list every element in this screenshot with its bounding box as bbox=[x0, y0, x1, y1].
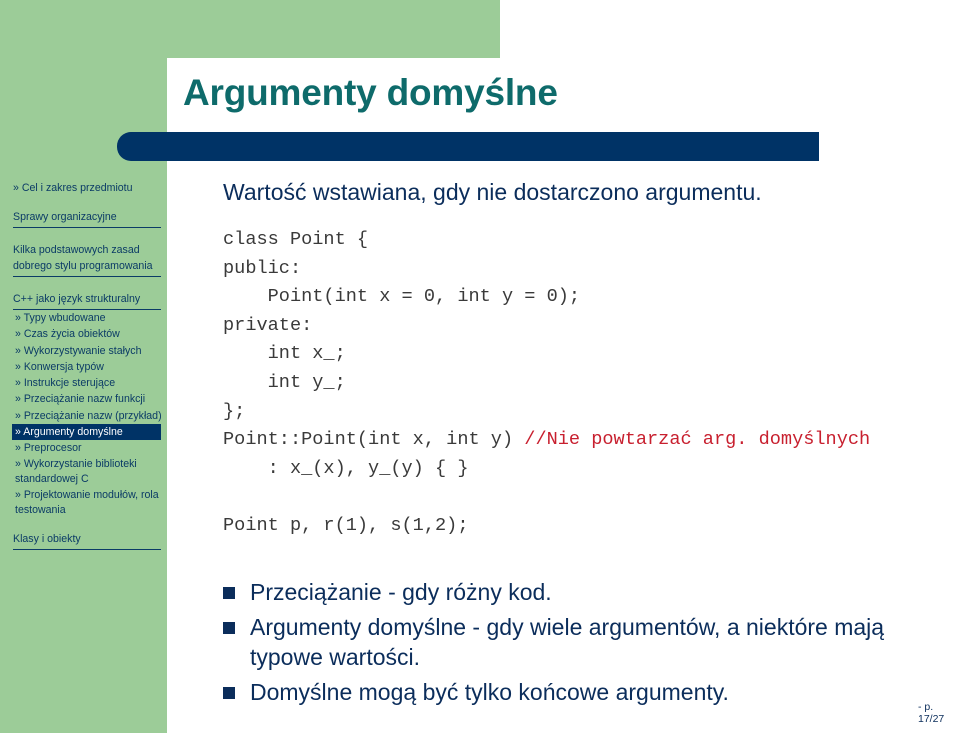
sidebar-section-label: Klasy i obiekty bbox=[13, 532, 81, 545]
sidebar-section-sprawy[interactable]: Sprawy organizacyjne bbox=[13, 209, 161, 228]
code-block: class Point { public: Point(int x = 0, i… bbox=[223, 226, 953, 541]
sidebar-item-przeciazanie-przyklad[interactable]: » Przeciążanie nazw (przykład) bbox=[13, 408, 162, 424]
code-line: }; bbox=[223, 400, 246, 422]
bullet-text: Domyślne mogą być tylko końcowe argument… bbox=[250, 679, 729, 705]
square-bullet-icon bbox=[223, 587, 235, 599]
code-line: class Point { bbox=[223, 229, 369, 250]
sidebar-section-label: Kilka podstawowych zasad dobrego stylu p… bbox=[13, 244, 153, 272]
sidebar-item-biblioteka-c[interactable]: » Wykorzystanie biblioteki standardowej … bbox=[13, 457, 161, 488]
code-line: private: bbox=[223, 314, 313, 336]
code-usage: Point p, r(1), s(1,2); bbox=[223, 514, 469, 536]
bullet-item: Domyślne mogą być tylko końcowe argument… bbox=[223, 677, 923, 707]
sidebar-section-klasy[interactable]: Klasy i obiekty bbox=[13, 531, 161, 550]
page-number: - p. 17/27 bbox=[918, 701, 945, 725]
sidebar-subitems: » Typy wbudowane » Czas życia obiektów »… bbox=[12, 310, 162, 519]
code-line: int x_; bbox=[223, 343, 346, 365]
code-comment: //Nie powtarzać arg. domyślnych bbox=[524, 429, 871, 451]
sidebar-item-czas-zycia[interactable]: » Czas życia obiektów bbox=[13, 326, 161, 342]
code-impl: Point::Point(int x, int y) bbox=[223, 429, 525, 451]
sidebar-item-konwersja[interactable]: » Konwersja typów bbox=[13, 359, 161, 375]
code-line: int y_; bbox=[223, 371, 346, 393]
square-bullet-icon bbox=[223, 622, 235, 634]
sidebar-section-label: » Cel i zakres przedmiotu bbox=[13, 182, 133, 194]
sidebar-item-przeciazanie[interactable]: » Przeciążanie nazw funkcji bbox=[13, 391, 161, 407]
intro-text: Wartość wstawiana, gdy nie dostarczono a… bbox=[223, 179, 762, 205]
sidebar-section-cel[interactable]: » Cel i zakres przedmiotu bbox=[13, 180, 161, 198]
sidebar-item-argumenty-domyslne[interactable]: » Argumenty domyślne bbox=[12, 424, 161, 441]
sidebar-item-instrukcje[interactable]: » Instrukcje sterujące bbox=[13, 375, 161, 391]
bullet-item: Przeciążanie - gdy różny kod. bbox=[223, 577, 923, 607]
sidebar-section-cpp[interactable]: C++ jako język strukturalny bbox=[13, 291, 161, 310]
sidebar-section-zasady[interactable]: Kilka podstawowych zasad dobrego stylu p… bbox=[13, 242, 161, 277]
sidebar-navigation: » Cel i zakres przedmiotu Sprawy organiz… bbox=[12, 180, 162, 564]
sidebar-section-label: Sprawy organizacyjne bbox=[13, 211, 117, 223]
sidebar-item-projektowanie[interactable]: » Projektowanie modułów, rola testowania bbox=[13, 488, 161, 519]
slide-title: Argumenty domyślne bbox=[183, 72, 558, 113]
sidebar-section-label: C++ jako język strukturalny bbox=[13, 293, 141, 305]
bullet-text: Przeciążanie - gdy różny kod. bbox=[250, 579, 552, 605]
sidebar-item-stale[interactable]: » Wykorzystywanie stałych bbox=[13, 343, 161, 359]
title-underline-bar bbox=[117, 132, 819, 161]
code-line: public: bbox=[223, 257, 302, 279]
sidebar-item-preprocesor[interactable]: » Preprocesor bbox=[13, 440, 161, 456]
square-bullet-icon bbox=[223, 687, 235, 699]
slide-content: Wartość wstawiana, gdy nie dostarczono a… bbox=[223, 176, 953, 541]
code-line: Point(int x = 0, int y = 0); bbox=[223, 286, 581, 308]
sidebar-item-typy[interactable]: » Typy wbudowane bbox=[13, 310, 161, 326]
bullet-text: Argumenty domyślne - gdy wiele argumentó… bbox=[250, 614, 885, 670]
bullet-item: Argumenty domyślne - gdy wiele argumentó… bbox=[223, 612, 923, 672]
code-init: : x_(x), y_(y) { } bbox=[223, 457, 469, 479]
bullet-list: Przeciążanie - gdy różny kod. Argumenty … bbox=[223, 577, 923, 712]
